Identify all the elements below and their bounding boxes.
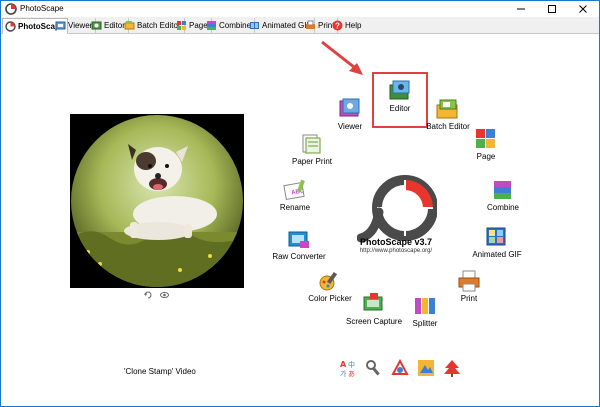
menu-item-combine[interactable]: Combine (468, 178, 538, 212)
page-icon (476, 129, 495, 148)
menu-item-viewer[interactable]: Viewer (315, 97, 385, 131)
dog-photo (70, 114, 244, 288)
menu-label: Rename (279, 203, 311, 212)
help-tab-icon: ? (332, 20, 343, 31)
batch-editor-tab-icon (124, 21, 135, 30)
svg-text:あ: あ (348, 370, 355, 377)
svg-text:A: A (340, 360, 347, 369)
editor-tab-icon (91, 21, 102, 30)
animated-gif-icon (486, 227, 506, 246)
menu-label: Page (476, 152, 496, 161)
menu-item-raw-converter[interactable]: Raw Converter (264, 227, 334, 261)
language-icon[interactable]: A 中 가 あ (339, 359, 357, 377)
preview-controls (144, 291, 169, 299)
splitter-icon (415, 298, 435, 314)
photoscape-app-icon (5, 3, 17, 15)
close-button[interactable] (568, 1, 598, 17)
app-website-link[interactable]: http://www.photoscape.org/ (341, 248, 451, 254)
photoscape-x-icon[interactable] (391, 359, 409, 377)
rename-icon: ABC (283, 179, 305, 201)
clone-stamp-video-link[interactable]: 'Clone Stamp' Video (124, 367, 196, 376)
print-icon (458, 270, 480, 292)
tools-icon[interactable] (365, 359, 383, 377)
tree-icon[interactable] (443, 359, 461, 377)
menu-label: Raw Converter (272, 252, 326, 261)
arrow-annotation-icon (321, 40, 363, 75)
menu-item-rename[interactable]: ABC Rename (260, 178, 330, 212)
menu-item-paper-print[interactable]: Paper Print (277, 132, 347, 166)
title-bar: PhotoScape (1, 1, 599, 17)
menu-item-animated-gif[interactable]: Animated GIF (462, 225, 532, 259)
tab-bar: PhotoScape Viewer Editor Batch Editor Pa… (1, 17, 599, 34)
maximize-button[interactable] (537, 1, 567, 17)
menu-item-batch-editor[interactable]: Batch Editor (413, 97, 483, 131)
raw-converter-icon (288, 231, 309, 248)
svg-text:?: ? (335, 22, 340, 31)
photoscape-window: PhotoScape PhotoScape Viewer Editor Batc… (0, 0, 600, 407)
rotate-icon[interactable] (144, 291, 153, 299)
scene-icon[interactable] (417, 359, 435, 377)
svg-text:中: 中 (348, 360, 355, 369)
app-version-title: PhotoScape v3.7 (359, 237, 433, 247)
combine-icon (494, 181, 511, 199)
tab-label: Help (345, 21, 362, 30)
tab-help[interactable]: ? Help (330, 18, 364, 33)
paper-print-icon (302, 134, 321, 154)
menu-label: Paper Print (291, 157, 333, 166)
window-title: PhotoScape (20, 4, 64, 13)
photoscape-tab-icon (5, 20, 16, 32)
preview-image (70, 114, 244, 288)
close-icon (579, 5, 587, 13)
menu-label: Combine (486, 203, 519, 212)
screen-capture-icon (363, 293, 383, 311)
menu-label: Splitter (412, 319, 438, 328)
combine-tab-icon (207, 21, 216, 30)
viewer-icon (339, 98, 360, 117)
page-tab-icon (177, 21, 186, 30)
minimize-icon (517, 8, 525, 10)
batch-editor-icon (436, 99, 458, 119)
print-tab-icon (306, 20, 315, 29)
eye-icon[interactable] (160, 291, 169, 299)
menu-item-page[interactable]: Page (451, 127, 521, 161)
menu-label: Viewer (337, 122, 363, 131)
bottom-toolbar: A 中 가 あ (339, 359, 461, 377)
menu-label: Animated GIF (472, 250, 522, 259)
minimize-button[interactable] (506, 1, 536, 17)
menu-item-splitter[interactable]: Splitter (390, 294, 460, 328)
color-picker-icon (319, 271, 338, 291)
animated-gif-tab-icon (250, 22, 259, 29)
menu-label: Print (460, 294, 478, 303)
maximize-icon (548, 5, 556, 13)
viewer-tab-icon (55, 21, 66, 30)
svg-text:가: 가 (340, 369, 347, 377)
